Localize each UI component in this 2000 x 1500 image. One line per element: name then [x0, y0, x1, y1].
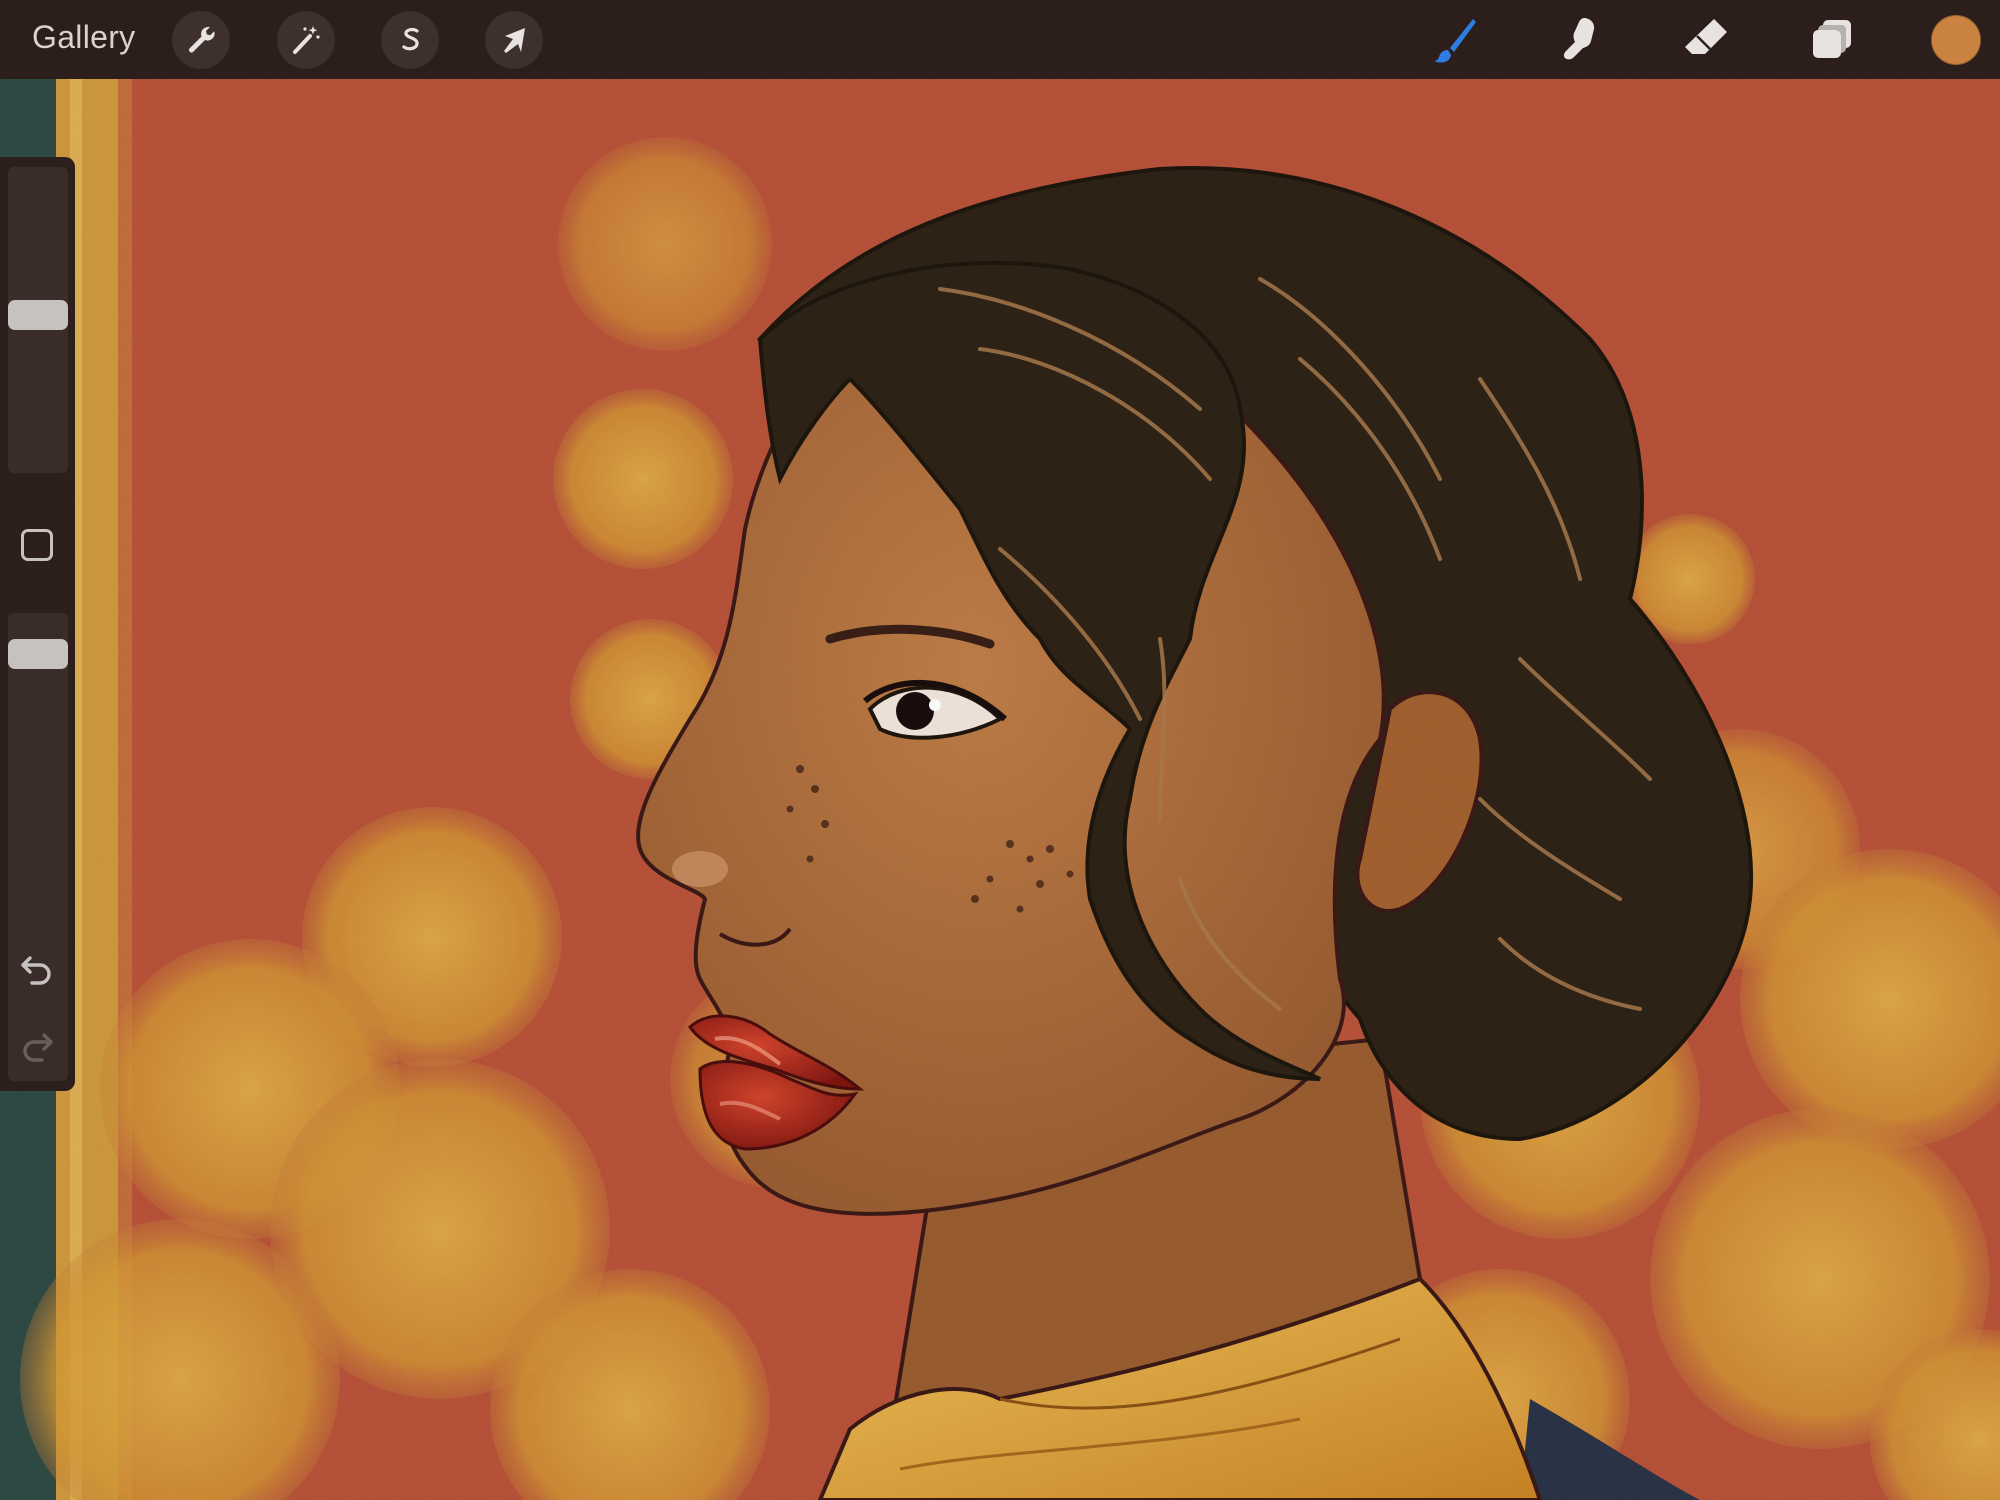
color-picker-button[interactable] — [1931, 15, 1981, 65]
artwork-illustration — [0, 79, 2000, 1500]
opacity-thumb[interactable] — [8, 639, 68, 669]
brush-size-slider[interactable] — [8, 167, 68, 473]
brush-icon — [1434, 19, 1476, 63]
transform-button[interactable] — [485, 11, 543, 69]
left-sidebar — [0, 157, 75, 1091]
top-toolbar: Gallery — [0, 0, 2000, 79]
brush-tool-button[interactable] — [1422, 8, 1486, 72]
wrench-icon — [189, 26, 215, 53]
procreate-app: Gallery — [0, 0, 2000, 1500]
undo-arrow-icon[interactable] — [18, 950, 56, 988]
eraser-tool-button[interactable] — [1674, 8, 1738, 72]
opacity-slider[interactable] — [8, 613, 68, 1081]
eraser-icon — [1685, 19, 1727, 54]
square-modify-icon[interactable] — [21, 529, 53, 561]
arrow-cursor-icon — [504, 28, 525, 53]
selection-s-icon — [402, 27, 419, 51]
redo-arrow-icon[interactable] — [18, 1027, 56, 1065]
smudge-finger-icon — [1563, 18, 1595, 60]
brush-size-thumb[interactable] — [8, 300, 68, 330]
layers-icon — [1813, 20, 1851, 58]
actions-button[interactable] — [172, 11, 230, 69]
adjustments-button[interactable] — [277, 11, 335, 69]
smudge-tool-button[interactable] — [1548, 8, 1612, 72]
magic-wand-icon — [293, 26, 320, 54]
drawing-canvas[interactable] — [0, 79, 2000, 1500]
layers-button[interactable] — [1800, 8, 1864, 72]
gallery-button[interactable]: Gallery — [32, 19, 135, 56]
selection-button[interactable] — [381, 11, 439, 69]
